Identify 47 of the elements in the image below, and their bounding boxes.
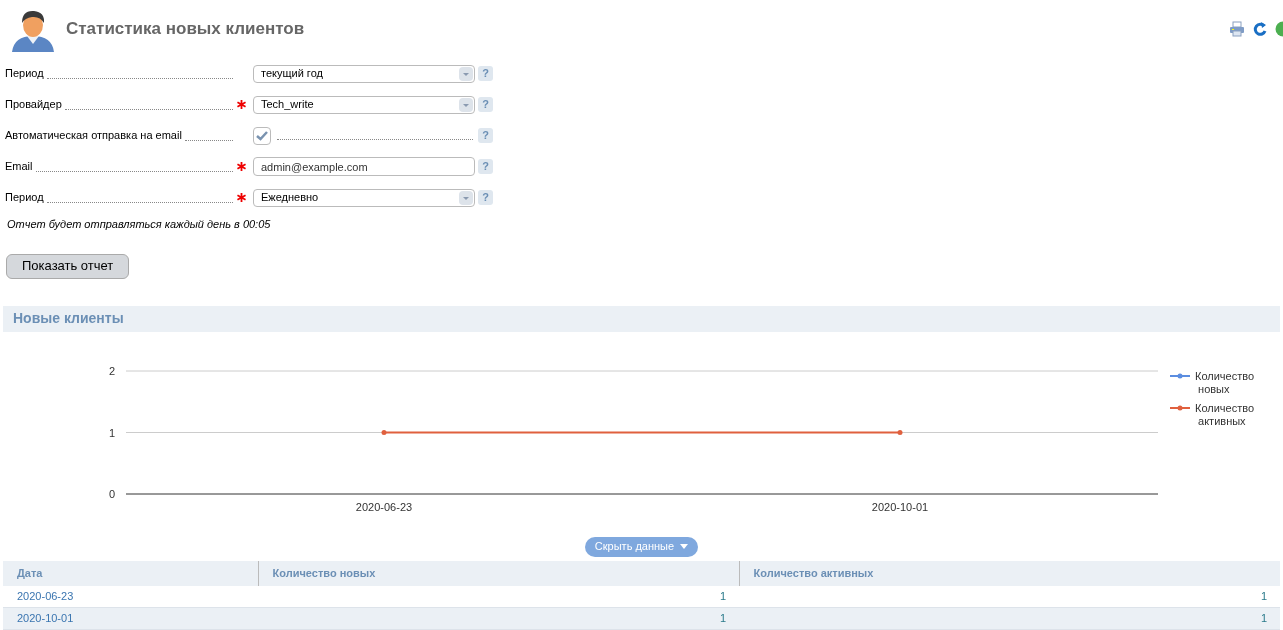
y-axis-label: 1 [108, 426, 115, 438]
dropdown-caret-icon [459, 190, 473, 205]
column-header: Количество новых [258, 560, 739, 586]
table-cell[interactable]: 2020-06-23 [3, 585, 258, 608]
y-axis-label: 2 [108, 364, 115, 377]
help-icon[interactable]: ? [478, 66, 493, 81]
help-icon[interactable]: ? [478, 97, 493, 112]
hide-data-button[interactable]: Скрыть данные [584, 536, 699, 557]
show-report-button[interactable]: Показать отчет [6, 253, 130, 279]
email-field[interactable]: admin@example.com [253, 157, 475, 176]
table-cell: 1 [739, 607, 1280, 630]
dropdown-value: текущий год [261, 66, 323, 82]
field-label: Провайдер [5, 97, 62, 113]
caret-icon [680, 544, 689, 549]
field-label: Период [5, 66, 44, 82]
table-cell: 1 [739, 585, 1280, 608]
schedule-note: Отчет будет отправляться каждый день в 00:05 [7, 217, 272, 232]
field-label: Период [5, 190, 44, 206]
table-cell: 1 [258, 585, 739, 608]
refresh-icon[interactable] [1253, 21, 1267, 37]
dropdown[interactable]: текущий год [253, 64, 475, 83]
help-icon[interactable]: ? [478, 128, 493, 143]
globe-icon[interactable] [1275, 21, 1283, 37]
table-cell: 1 [258, 607, 739, 630]
table-cell[interactable]: 2020-10-01 [3, 607, 258, 630]
help-icon[interactable]: ? [478, 159, 493, 174]
dropdown[interactable]: Ежедневно [253, 188, 475, 207]
dropdown-value: Ежедневно [261, 190, 319, 206]
checkbox[interactable] [253, 126, 271, 145]
field-label: Email [5, 159, 33, 175]
legend-label: Количество активных [1195, 401, 1255, 427]
column-header: Дата [3, 560, 258, 586]
field-label: Автоматическая отправка на email [5, 128, 182, 144]
y-axis-label: 0 [108, 487, 115, 500]
dropdown-caret-icon [459, 97, 473, 112]
legend-label: Количество новых [1195, 369, 1255, 395]
printer-icon[interactable] [1229, 21, 1245, 37]
page-title: Статистика новых клиентов [66, 18, 305, 41]
help-icon[interactable]: ? [478, 190, 493, 205]
x-axis-label: 2020-10-01 [871, 500, 929, 513]
dropdown-caret-icon [459, 66, 473, 81]
dropdown-value: Tech_write [261, 97, 314, 113]
section-title: Новые клиенты [13, 309, 124, 328]
checkmark-icon [256, 130, 268, 141]
x-axis-label: 2020-06-23 [355, 500, 413, 513]
column-header: Количество активных [739, 560, 1280, 586]
dropdown[interactable]: Tech_write [253, 95, 475, 114]
